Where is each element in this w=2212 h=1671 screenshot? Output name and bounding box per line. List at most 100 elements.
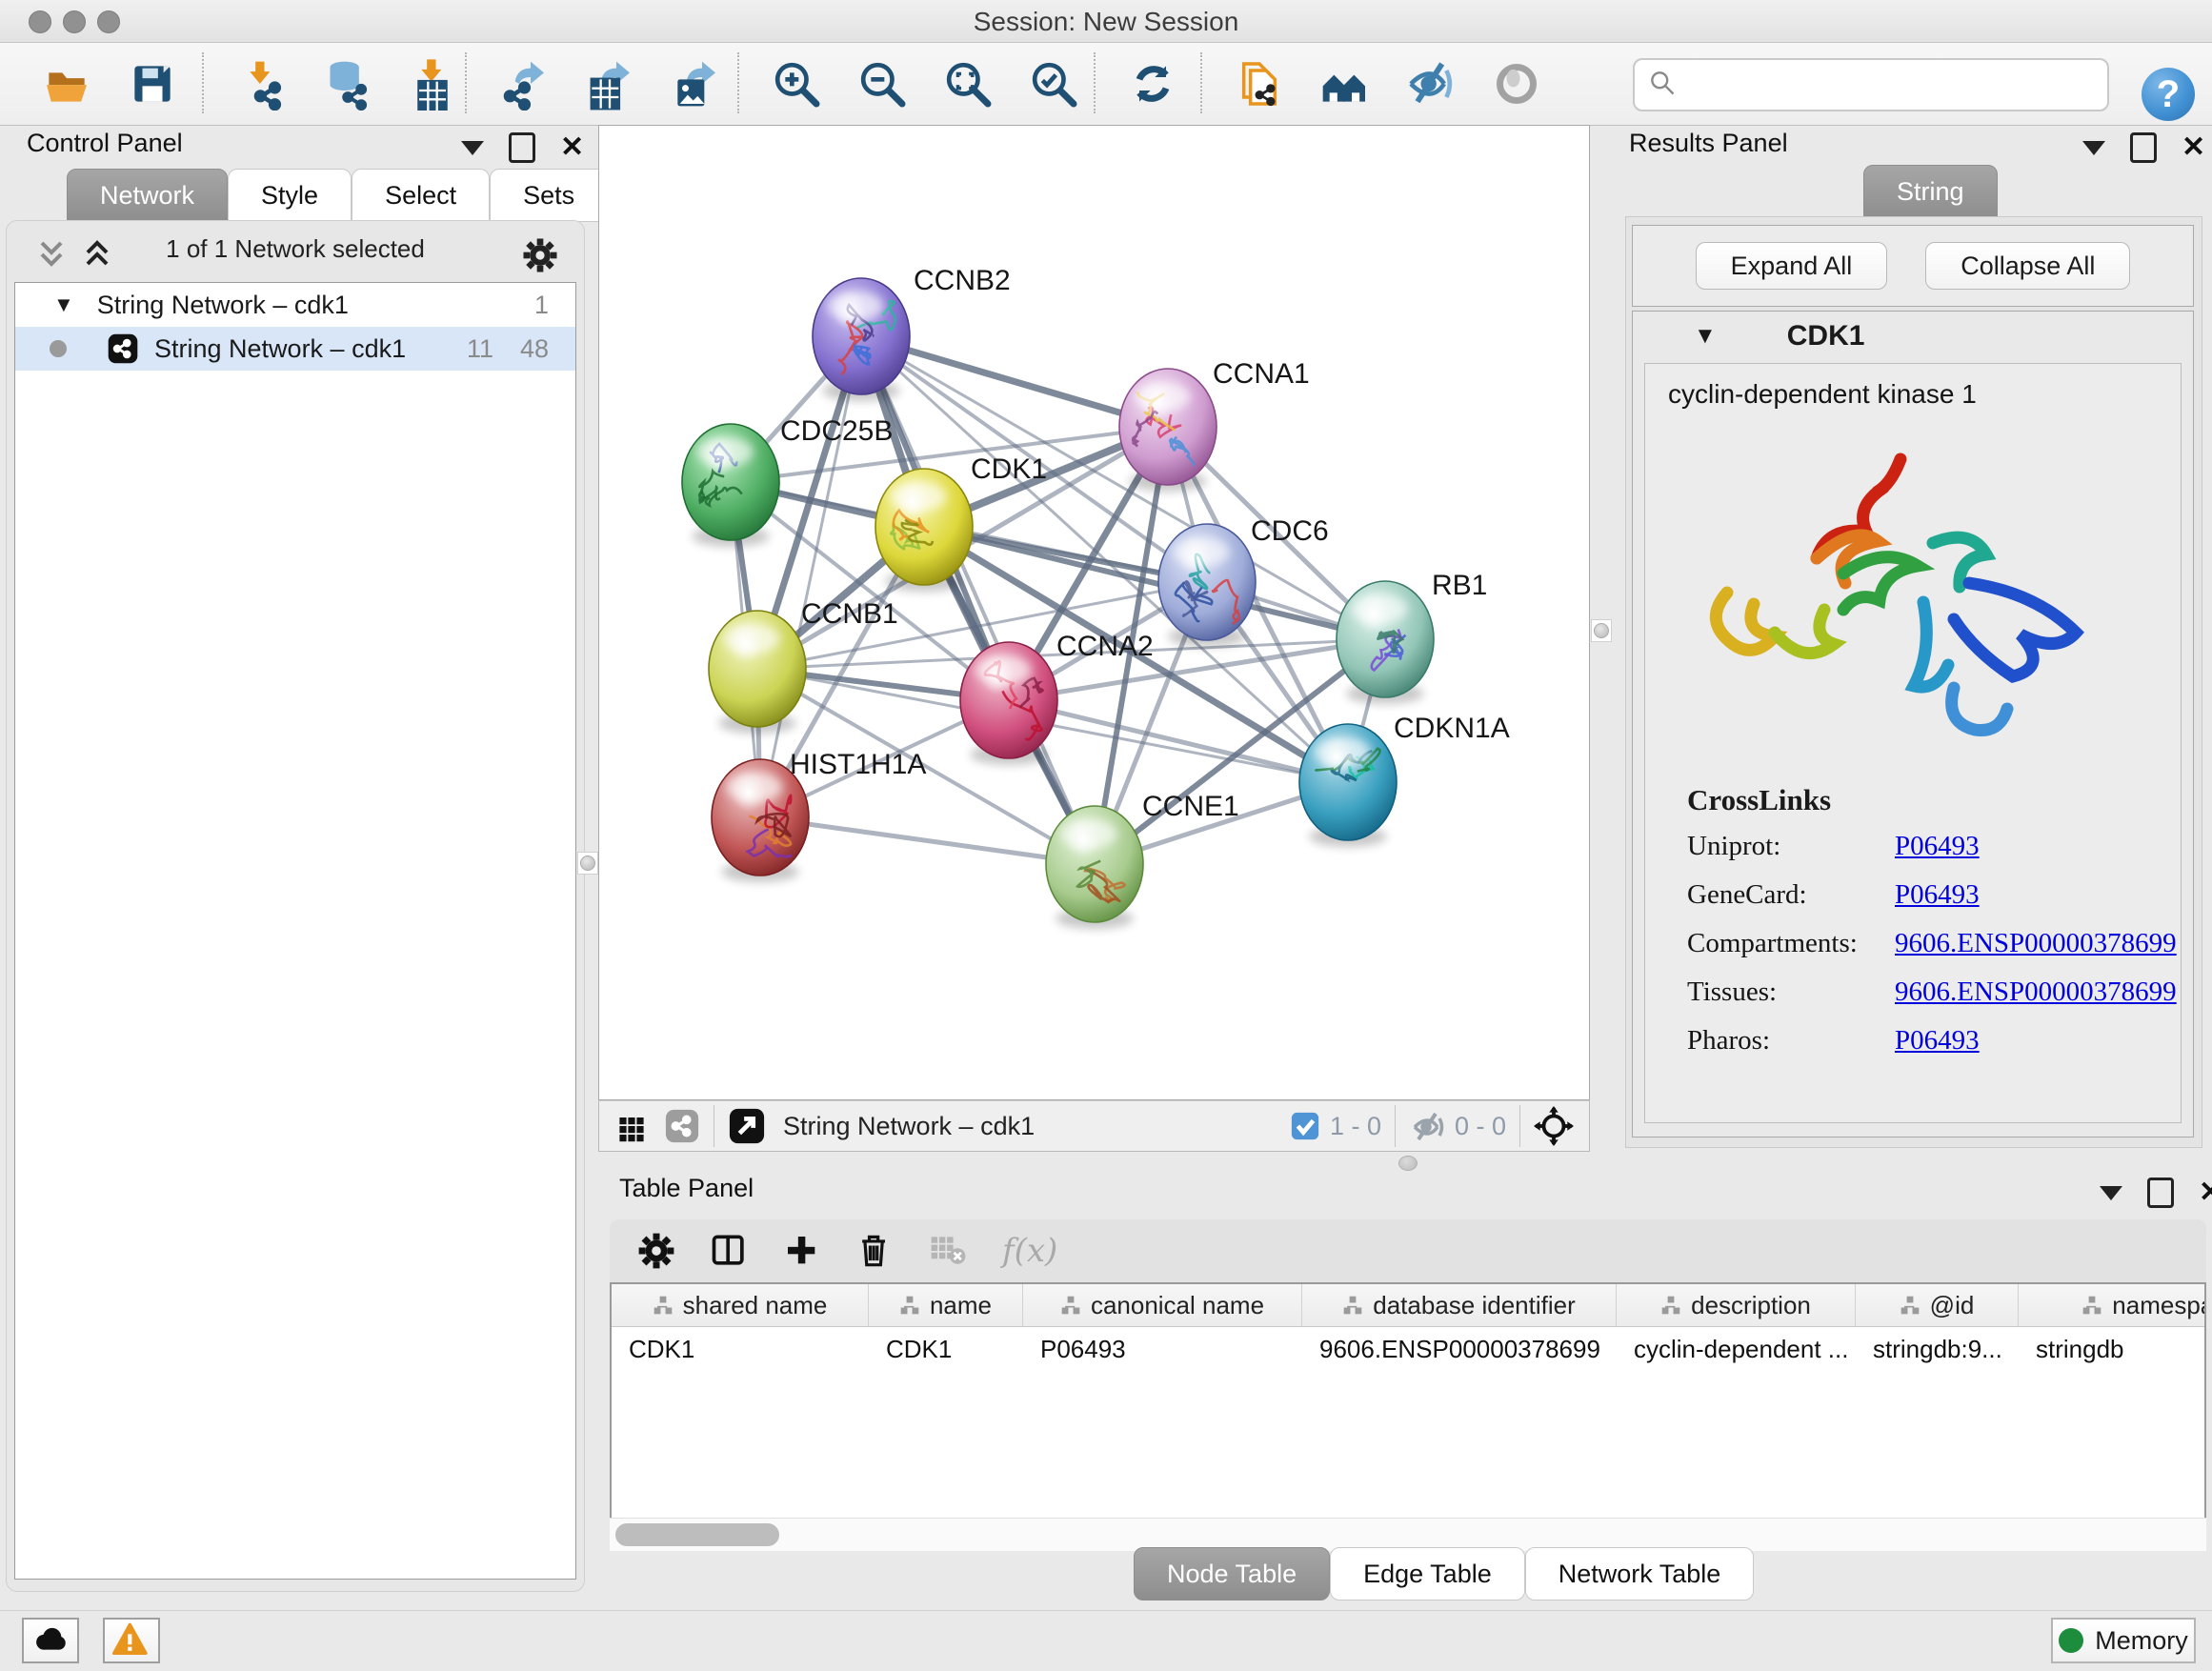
node-CDKN1A[interactable]: CDKN1A [1299, 713, 1510, 847]
results-panel-float-icon[interactable] [2130, 132, 2157, 163]
export-table-button[interactable] [581, 55, 638, 112]
table-row[interactable]: CDK1CDK1P064939606.ENSP00000378699cyclin… [612, 1327, 2204, 1371]
cell-name[interactable]: CDK1 [869, 1335, 1023, 1364]
memory-button[interactable]: Memory [2051, 1618, 2196, 1663]
delete-column-icon[interactable] [854, 1230, 895, 1272]
hide-panel-button[interactable] [1402, 55, 1459, 112]
collection-expander-icon[interactable]: ▼ [53, 292, 74, 317]
change-species-button[interactable] [1317, 55, 1374, 112]
column-header-description[interactable]: description [1617, 1284, 1856, 1326]
control-panel-collapse-icon[interactable] [461, 141, 484, 155]
zoom-in-button[interactable] [768, 55, 825, 112]
network-view-canvas[interactable]: CCNB2 CCNA1 CDC25B CDK1 CDC6 [598, 125, 1590, 1100]
show-columns-icon[interactable] [709, 1230, 751, 1272]
open-session-button[interactable] [38, 55, 95, 112]
export-network-button[interactable] [495, 55, 553, 112]
table-panel-close-icon[interactable]: ✕ [2199, 1180, 2212, 1205]
crosslink-row: Compartments:9606.ENSP00000378699 [1687, 928, 2177, 959]
control-panel-title: Control Panel [27, 129, 183, 158]
table-panel-float-icon[interactable] [2147, 1178, 2174, 1208]
zoom-selected-button[interactable] [1025, 55, 1082, 112]
column-header-namespace[interactable]: namespace [2019, 1284, 2206, 1326]
help-button[interactable]: ? [2142, 68, 2195, 121]
column-header-canonical-name[interactable]: canonical name [1023, 1284, 1302, 1326]
hidden-node-edge-counts: 0 - 0 [1455, 1112, 1506, 1141]
node-label-CDC25B: CDC25B [780, 415, 893, 447]
cell-canonical-name[interactable]: P06493 [1023, 1335, 1302, 1364]
node-CCNB1[interactable]: CCNB1 [709, 598, 898, 734]
cell--id[interactable]: stringdb:9... [1856, 1335, 2019, 1364]
zoom-out-icon [855, 57, 909, 111]
tab-node-table[interactable]: Node Table [1134, 1547, 1330, 1601]
horizontal-splitter-handle[interactable] [1398, 1156, 1418, 1171]
hidden-eye-icon[interactable] [1409, 1110, 1445, 1142]
show-panel-button[interactable] [1488, 55, 1545, 112]
node-label-CCNB2: CCNB2 [914, 265, 1011, 296]
left-splitter-handle[interactable] [577, 852, 598, 875]
edge-HIST1H1A-CCNE1[interactable] [760, 817, 1095, 864]
results-panel-collapse-icon[interactable] [2082, 141, 2105, 155]
selected-checkbox-icon[interactable] [1290, 1111, 1320, 1141]
node-HIST1H1A[interactable]: HIST1H1A [712, 749, 926, 882]
edge-CCNB2-HIST1H1A[interactable] [760, 336, 861, 817]
tab-string[interactable]: String [1863, 165, 1998, 218]
tab-network-table[interactable]: Network Table [1525, 1547, 1755, 1601]
zoom-out-button[interactable] [854, 55, 911, 112]
node-CCNE1[interactable]: CCNE1 [1046, 791, 1239, 929]
table-panel-collapse-icon[interactable] [2100, 1186, 2122, 1200]
column-type-icon [1900, 1295, 1920, 1316]
gene-name: CDK1 [1787, 320, 1865, 352]
refresh-button[interactable] [1124, 55, 1181, 112]
expand-all-button[interactable]: Expand All [1696, 242, 1888, 290]
collapse-all-button[interactable]: Collapse All [1925, 242, 2130, 290]
control-panel-float-icon[interactable] [509, 132, 535, 163]
import-table-button[interactable] [404, 55, 461, 112]
crosslink-link[interactable]: 9606.ENSP00000378699 [1895, 928, 2177, 959]
toolbar-separator [202, 52, 204, 113]
import-string-button[interactable] [1231, 55, 1288, 112]
results-panel-title: Results Panel [1629, 129, 1788, 158]
crosslink-link[interactable]: 9606.ENSP00000378699 [1895, 976, 2177, 1008]
control-panel-close-icon[interactable]: ✕ [560, 135, 584, 160]
export-image-button[interactable] [667, 55, 724, 112]
column-header-shared-name[interactable]: shared name [612, 1284, 869, 1326]
cell-shared-name[interactable]: CDK1 [612, 1335, 869, 1364]
node-CDK1[interactable]: CDK1 [875, 453, 1047, 592]
tab-style[interactable]: Style [228, 169, 352, 222]
column-header-name[interactable]: name [869, 1284, 1023, 1326]
tab-edge-table[interactable]: Edge Table [1330, 1547, 1525, 1601]
crosslink-link[interactable]: P06493 [1895, 1025, 1980, 1057]
column-header--id[interactable]: @id [1856, 1284, 2019, 1326]
network-collection-row[interactable]: ▼ String Network – cdk1 1 [15, 283, 575, 327]
node-RB1[interactable]: RB1 [1337, 570, 1487, 704]
tab-sets[interactable]: Sets [490, 169, 608, 222]
node-CDC6[interactable]: CDC6 [1158, 515, 1329, 647]
import-database-button[interactable] [318, 55, 375, 112]
warnings-button[interactable] [103, 1618, 160, 1663]
table-options-gear-icon[interactable] [636, 1231, 676, 1271]
import-network-button[interactable] [232, 55, 290, 112]
tab-network[interactable]: Network [67, 169, 228, 222]
results-panel-close-icon[interactable]: ✕ [2182, 135, 2205, 160]
search-field[interactable] [1633, 58, 2109, 111]
cell-namespace[interactable]: stringdb [2019, 1335, 2206, 1364]
column-header-database-identifier[interactable]: database identifier [1302, 1284, 1617, 1326]
create-column-icon[interactable] [783, 1232, 821, 1270]
network-row[interactable]: String Network – cdk1 11 48 [15, 327, 575, 371]
right-splitter-handle[interactable] [1591, 619, 1612, 642]
table-horizontal-scrollbar[interactable] [610, 1518, 2206, 1551]
fit-selected-crosshair-icon[interactable] [1534, 1106, 1574, 1146]
crosslink-link[interactable]: P06493 [1895, 831, 1980, 862]
birds-eye-view-icon[interactable] [614, 1109, 649, 1143]
cell-database-identifier[interactable]: 9606.ENSP00000378699 [1302, 1335, 1617, 1364]
zoom-fit-button[interactable] [939, 55, 996, 112]
gene-expander-icon[interactable]: ▼ [1694, 323, 1717, 350]
detach-view-icon[interactable] [728, 1107, 766, 1145]
gene-section-header[interactable]: ▼ CDK1 [1633, 312, 2193, 361]
scrollbar-thumb[interactable] [615, 1523, 779, 1546]
crosslink-link[interactable]: P06493 [1895, 879, 1980, 911]
cell-description[interactable]: cyclin-dependent ... [1617, 1335, 1856, 1364]
tab-select[interactable]: Select [352, 169, 490, 222]
cloud-button[interactable] [22, 1618, 79, 1663]
save-session-button[interactable] [124, 55, 181, 112]
